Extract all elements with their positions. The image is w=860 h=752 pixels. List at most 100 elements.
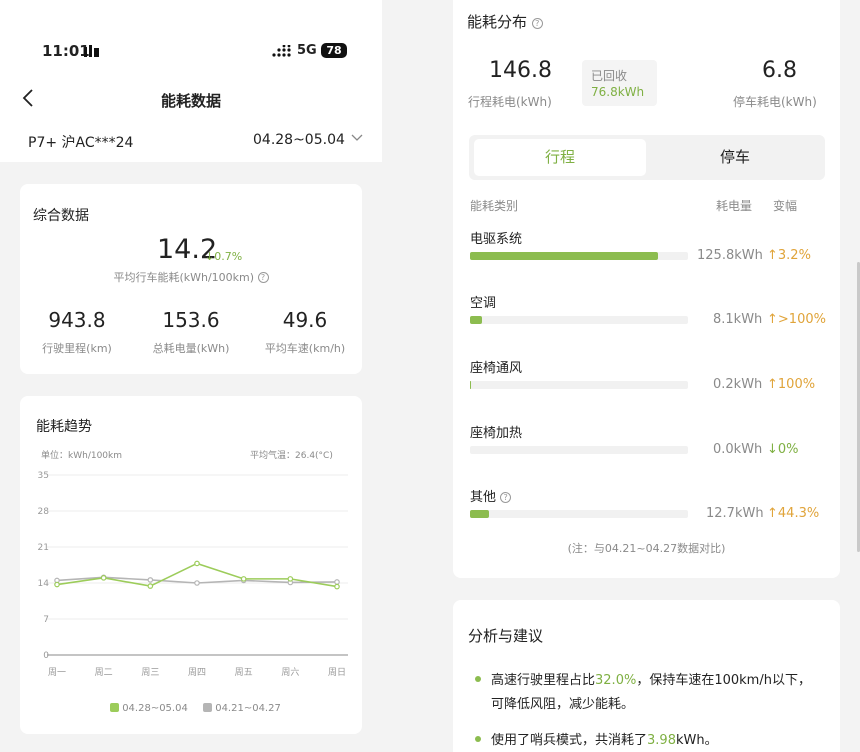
item-energy: 0.0kWh bbox=[713, 442, 763, 457]
arrow-up-icon: ↑ bbox=[767, 377, 778, 392]
x-tick-label: 周三 bbox=[141, 667, 159, 678]
trend-chart: 0 7 14 21 28 35 周一 周二 周三 周四 周五 周六 周日 bbox=[38, 471, 348, 678]
status-time: 11:01 bbox=[42, 42, 90, 60]
item-bar-fill bbox=[470, 316, 483, 324]
legend-swatch bbox=[110, 703, 119, 712]
tab-bar: 行程 停车 bbox=[469, 135, 825, 180]
tab-park[interactable]: 停车 bbox=[649, 139, 821, 176]
data-point bbox=[147, 577, 154, 583]
item-name: 座椅通风 bbox=[470, 361, 523, 376]
avg-consumption-change: ↓0.7% bbox=[205, 250, 242, 263]
y-tick-label: 7 bbox=[43, 615, 49, 625]
x-tick-label: 周四 bbox=[188, 667, 206, 678]
signal-icon bbox=[272, 45, 291, 57]
item-bar-fill bbox=[470, 252, 659, 260]
item-name: 其他 ? bbox=[470, 486, 512, 505]
item-energy: 125.8kWh bbox=[697, 248, 763, 263]
column-energy: 耗电量 bbox=[716, 199, 753, 213]
item-energy: 0.2kWh bbox=[713, 377, 763, 392]
y-tick-label: 0 bbox=[43, 651, 49, 661]
change-text: 0% bbox=[777, 442, 799, 457]
battery-indicator: 78 bbox=[321, 43, 347, 58]
arrow-up-icon: ↑ bbox=[767, 312, 778, 327]
distribution-title: 能耗分布 ? bbox=[467, 11, 543, 32]
data-point bbox=[287, 576, 294, 582]
stat-label: 总耗电量(kWh) bbox=[152, 342, 230, 355]
column-change: 变幅 bbox=[773, 199, 798, 213]
arrow-down-icon: ↓ bbox=[205, 250, 215, 263]
comparison-note: (注：与04.21~04.27数据对比) bbox=[567, 542, 726, 555]
drive-energy-label: 行程耗电(kWh) bbox=[468, 95, 552, 109]
data-point bbox=[334, 579, 340, 585]
network-label: 5G bbox=[297, 43, 317, 58]
analysis-title: 分析与建议 bbox=[468, 627, 544, 645]
tip-highlight: 32.0% bbox=[595, 673, 637, 688]
label-text: 平均行车能耗(kWh/100km) bbox=[113, 271, 255, 284]
arrow-up-icon: ↑ bbox=[767, 248, 778, 263]
data-point bbox=[100, 575, 107, 581]
trend-title: 能耗趋势 bbox=[36, 419, 92, 435]
tip-line: 高速行驶里程占比32.0%，保持车速在100km/h以下， bbox=[491, 669, 811, 688]
tab-drive[interactable]: 行程 bbox=[474, 139, 646, 176]
item-change: ↑100% bbox=[767, 377, 815, 392]
legend-label: 04.21~04.27 bbox=[215, 703, 281, 714]
item-name: 电驱系统 bbox=[470, 232, 523, 247]
item-bar-track bbox=[470, 252, 688, 260]
item-change: ↑>100% bbox=[767, 312, 826, 327]
chart-legend: 04.28~05.04 04.21~04.27 bbox=[110, 703, 281, 714]
tip-text: ，保持车速在100km/h以下， bbox=[636, 673, 811, 688]
item-energy: 12.7kWh bbox=[706, 506, 764, 521]
right-screen: 能耗分布 ? 146.8 行程耗电(kWh) 已回收 76.8kWh 6.8 停… bbox=[437, 0, 860, 752]
item-name: 空调 bbox=[470, 296, 497, 311]
y-tick-label: 35 bbox=[38, 471, 49, 481]
item-change: ↑3.2% bbox=[767, 248, 811, 263]
data-point bbox=[54, 581, 60, 588]
stat-value: 49.6 bbox=[282, 308, 328, 332]
column-category: 能耗类别 bbox=[470, 199, 519, 213]
x-tick-label: 周六 bbox=[281, 666, 299, 678]
tip-line: 可降低风阻，减少能耗。 bbox=[491, 697, 635, 712]
stat-label: 平均车速(km/h) bbox=[264, 342, 346, 355]
trend-card: 能耗趋势 单位：kWh/100km 平均气温：26.4(°C) 0 7 14 21 28… bbox=[20, 396, 362, 734]
item-bar-track bbox=[470, 316, 688, 324]
legend-swatch bbox=[203, 703, 213, 712]
park-energy-label: 停车耗电(kWh) bbox=[733, 95, 817, 109]
chevron-down-icon bbox=[351, 134, 363, 141]
y-tick-label: 21 bbox=[38, 543, 49, 553]
recovered-label: 已回收 bbox=[591, 69, 628, 83]
title-text: 能耗分布 bbox=[467, 13, 528, 31]
date-range-selector[interactable]: 04.28~05.04 bbox=[253, 132, 363, 148]
stat-value: 153.6 bbox=[162, 308, 220, 332]
y-tick-label: 28 bbox=[38, 507, 50, 517]
change-text: 100% bbox=[777, 377, 816, 392]
help-icon[interactable]: ? bbox=[531, 18, 543, 29]
item-name-text: 其他 bbox=[470, 490, 497, 505]
tip-text: kWh。 bbox=[675, 733, 718, 748]
bullet-dot bbox=[475, 676, 481, 682]
recovered-value: 76.8kWh bbox=[591, 85, 645, 99]
item-bar-track bbox=[470, 446, 688, 454]
tip-highlight: 3.98 bbox=[647, 733, 676, 748]
x-tick-label: 周日 bbox=[328, 667, 346, 678]
change-text: >100% bbox=[777, 312, 826, 327]
legend-label: 04.28~05.04 bbox=[122, 703, 188, 714]
help-icon[interactable]: ? bbox=[257, 272, 269, 283]
help-icon[interactable]: ? bbox=[500, 492, 512, 503]
data-point bbox=[194, 580, 200, 586]
x-tick-label: 周五 bbox=[235, 667, 253, 678]
change-text: 44.3% bbox=[777, 506, 820, 521]
data-point bbox=[240, 576, 247, 582]
x-tick-label: 周二 bbox=[95, 667, 113, 678]
distribution-card: 能耗分布 ? 146.8 行程耗电(kWh) 已回收 76.8kWh 6.8 停… bbox=[453, 0, 840, 578]
arrow-up-icon: ↑ bbox=[767, 506, 778, 521]
date-range-text: 04.28~05.04 bbox=[253, 132, 345, 148]
item-name: 座椅加热 bbox=[470, 426, 523, 441]
item-change: ↓0% bbox=[767, 442, 799, 457]
vehicle-plate[interactable]: P7+ 沪AC***24 bbox=[28, 132, 133, 152]
arrow-down-icon: ↓ bbox=[767, 442, 778, 457]
item-change: ↑44.3% bbox=[767, 506, 819, 521]
change-text: 3.2% bbox=[777, 248, 811, 263]
park-energy-value: 6.8 bbox=[762, 58, 797, 83]
stat-label: 行驶里程(km) bbox=[42, 342, 112, 355]
drive-energy-value: 146.8 bbox=[489, 58, 552, 83]
